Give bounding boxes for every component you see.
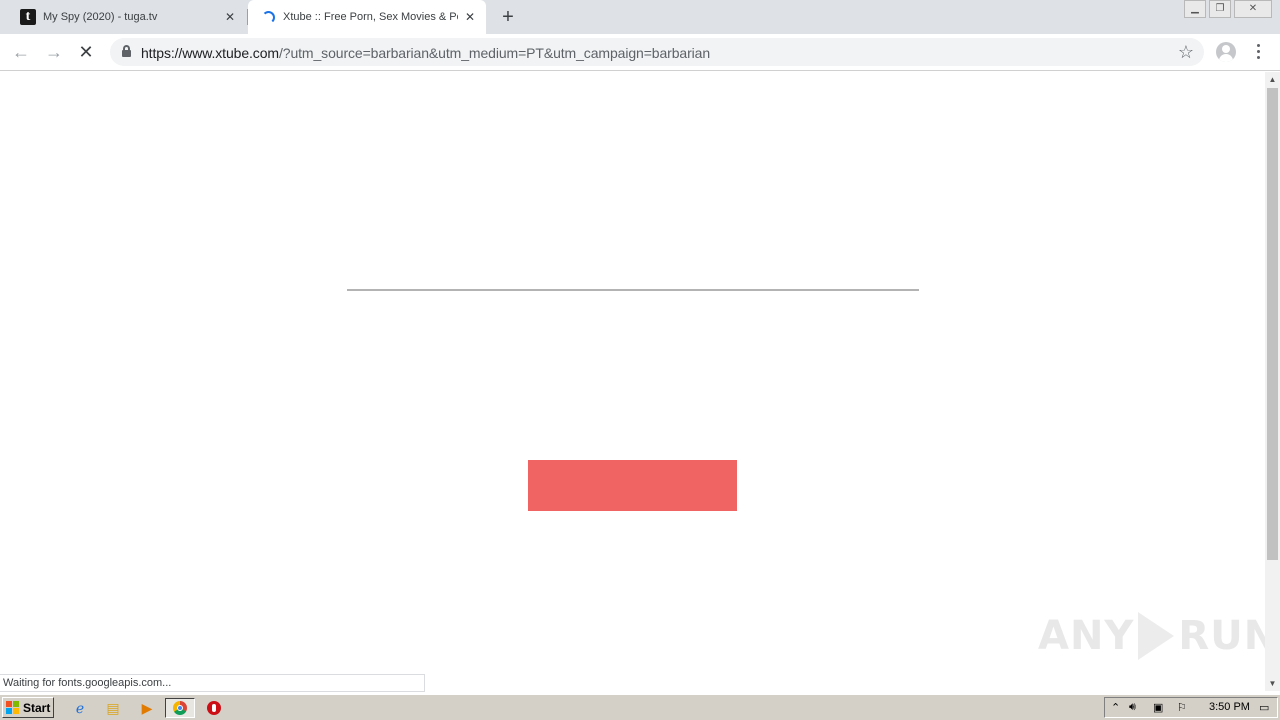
- internet-explorer-icon[interactable]: ℯ: [70, 698, 90, 718]
- tab-strip: t My Spy (2020) - tuga.tv ✕ Xtube :: Fre…: [0, 0, 1280, 34]
- url-host: https://www.xtube.com: [141, 45, 279, 61]
- close-icon[interactable]: ✕: [222, 9, 238, 25]
- system-tray: ⌃ 🔊︎ ▣ ⚐ 3:50 PM ▭: [1104, 697, 1278, 718]
- stop-loading-button[interactable]: ✕: [74, 40, 98, 64]
- loading-spinner-icon: [262, 10, 275, 24]
- tab-title: My Spy (2020) - tuga.tv: [43, 11, 158, 23]
- close-window-button[interactable]: ✕: [1234, 0, 1272, 18]
- network-icon[interactable]: ▣: [1153, 701, 1163, 714]
- bookmark-star-icon[interactable]: ☆: [1178, 42, 1194, 62]
- watermark-right: RUN: [1178, 613, 1279, 659]
- tab-title: Xtube :: Free Porn, Sex Movies & Po: [283, 11, 458, 23]
- scroll-up-icon[interactable]: ▲: [1265, 72, 1280, 87]
- volume-icon[interactable]: 🔊︎: [1129, 701, 1136, 714]
- windows-flag-icon: [6, 700, 20, 715]
- chrome-icon: [173, 701, 187, 715]
- chrome-taskbar-button[interactable]: [165, 698, 195, 718]
- page-content: ANY RUN: [0, 72, 1277, 691]
- scrollbar-thumb[interactable]: [1267, 88, 1278, 560]
- loading-placeholder-block: [528, 460, 737, 511]
- start-label: Start: [23, 700, 51, 715]
- lock-icon: [122, 45, 131, 57]
- anyrun-watermark: ANY RUN: [1038, 612, 1278, 660]
- new-tab-button[interactable]: +: [498, 7, 518, 27]
- start-button[interactable]: Start: [2, 697, 54, 718]
- tuga-favicon-icon: t: [20, 9, 36, 25]
- page-loading-bar: [347, 289, 919, 291]
- forward-button[interactable]: →: [42, 40, 66, 64]
- status-bubble: Waiting for fonts.googleapis.com...: [0, 674, 425, 692]
- tab-xtube[interactable]: Xtube :: Free Porn, Sex Movies & Po ✕: [248, 0, 486, 34]
- action-center-flag-icon[interactable]: ⚐: [1177, 701, 1187, 714]
- tab-tuga[interactable]: t My Spy (2020) - tuga.tv ✕: [10, 0, 248, 34]
- restore-button[interactable]: ❐: [1209, 0, 1231, 18]
- play-icon: [1138, 612, 1175, 660]
- tray-expand-icon[interactable]: ⌃: [1111, 701, 1120, 714]
- browser-toolbar: ← → ✕ https://www.xtube.com/?utm_source=…: [0, 34, 1280, 71]
- minimize-button[interactable]: ▁: [1184, 0, 1206, 18]
- back-button[interactable]: ←: [9, 40, 33, 64]
- watermark-left: ANY: [1038, 613, 1135, 659]
- menu-dots-icon[interactable]: [1252, 42, 1264, 62]
- opera-icon[interactable]: [204, 698, 224, 718]
- url-text[interactable]: https://www.xtube.com/?utm_source=barbar…: [141, 45, 710, 61]
- close-icon[interactable]: ✕: [462, 9, 478, 25]
- file-explorer-icon[interactable]: ▤: [103, 698, 123, 718]
- clock[interactable]: 3:50 PM: [1209, 701, 1250, 713]
- vertical-scrollbar[interactable]: ▲ ▼: [1265, 72, 1280, 691]
- address-bar[interactable]: https://www.xtube.com/?utm_source=barbar…: [110, 38, 1204, 66]
- media-player-icon[interactable]: ▶: [137, 698, 157, 718]
- url-path: /?utm_source=barbarian&utm_medium=PT&utm…: [278, 45, 711, 61]
- profile-avatar-icon[interactable]: [1216, 42, 1236, 62]
- scroll-down-icon[interactable]: ▼: [1265, 676, 1280, 691]
- show-desktop-icon[interactable]: ▭: [1259, 701, 1269, 714]
- screen: t My Spy (2020) - tuga.tv ✕ Xtube :: Fre…: [0, 0, 1280, 720]
- taskbar: Start ℯ ▤ ▶ ⌃ 🔊︎ ▣ ⚐ 3:50 PM ▭: [0, 694, 1280, 720]
